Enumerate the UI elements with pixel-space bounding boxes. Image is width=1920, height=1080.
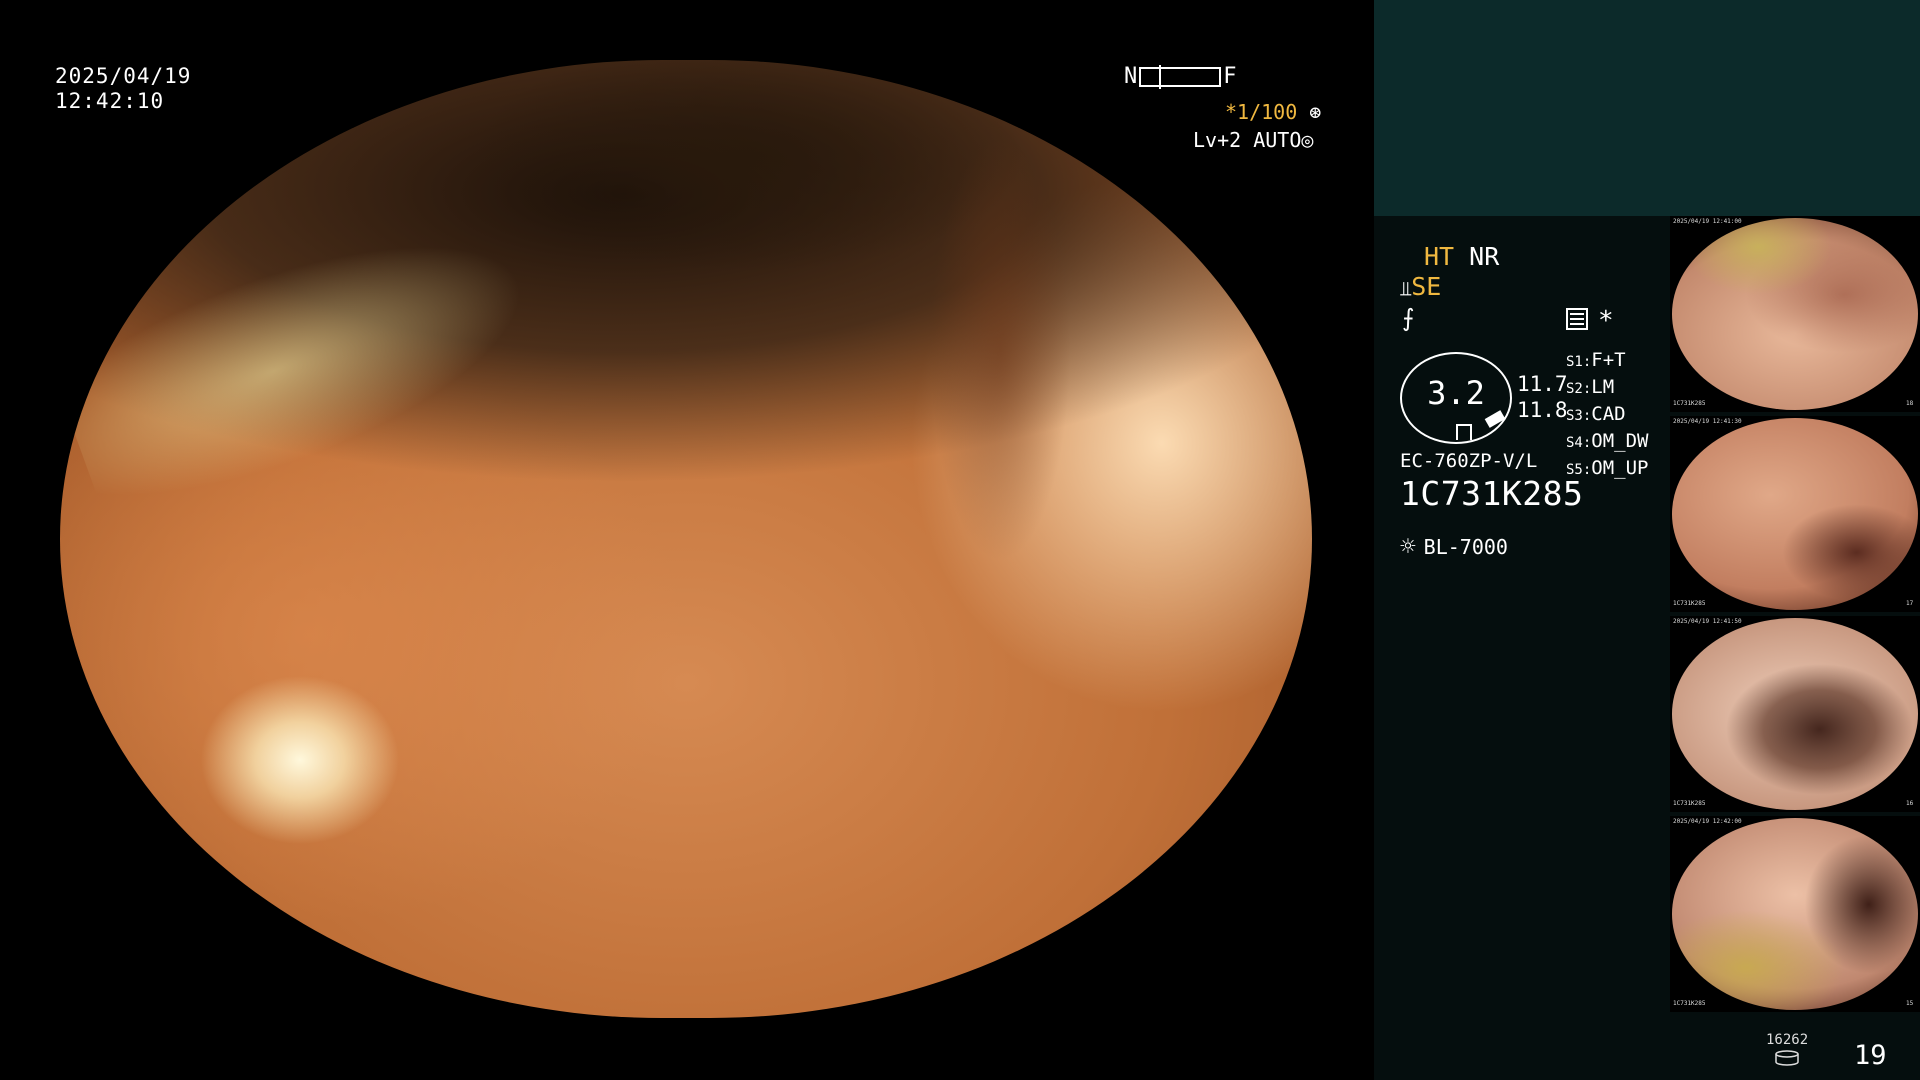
se-label: SE	[1411, 272, 1442, 301]
status-se: ⫫SE	[1400, 272, 1441, 301]
settings-panel-icon	[1566, 308, 1588, 330]
lightning-icon: ⨍	[1402, 304, 1415, 332]
capture-thumbnail[interactable]: 2025/04/19 12:41:50 1C731K285 16	[1670, 616, 1920, 812]
exposure-mode-label: AUTO	[1253, 128, 1302, 152]
aperture-icon: ⊛	[1309, 100, 1322, 124]
thumbnail-index: 17	[1906, 600, 1914, 607]
nr-label: NR	[1469, 242, 1500, 271]
exposure-display: Lv+2 AUTO◎	[1193, 128, 1313, 152]
star-label: *	[1598, 306, 1614, 336]
panel-header	[1374, 0, 1920, 216]
date-label: 2025/04/19	[55, 64, 192, 88]
switch-item: S3:CAD	[1566, 403, 1626, 425]
time-label: 12:42:10	[55, 89, 165, 113]
capture-thumbnail[interactable]: 2025/04/19 12:41:00 1C731K285 18	[1670, 216, 1920, 412]
residue-patch	[60, 178, 614, 572]
capture-thumbnail[interactable]: 2025/04/19 12:42:00 1C731K285 15	[1670, 816, 1920, 1012]
aperture-icon: ◎	[1301, 128, 1314, 152]
scope-model: EC-760ZP-V/L	[1400, 450, 1538, 472]
thumbnail-index: 18	[1906, 400, 1914, 407]
mucosal-fold	[920, 140, 1120, 560]
scope-serial: 1C731K285	[1400, 474, 1584, 513]
database-icon	[1775, 1050, 1799, 1066]
light-source: ☼ BL-7000	[1400, 532, 1508, 562]
thumbnail-image	[1672, 218, 1918, 410]
switch-item: S1:F+T	[1566, 349, 1626, 371]
ht-label: HT	[1424, 242, 1455, 271]
thumbnail-serial: 1C731K285	[1673, 400, 1706, 407]
thumbnail-timestamp: 2025/04/19 12:41:00	[1673, 218, 1742, 225]
thumbnail-timestamp: 2025/04/19 12:42:00	[1673, 818, 1742, 825]
thumbnail-index: 16	[1906, 800, 1914, 807]
light-source-label: BL-7000	[1423, 535, 1508, 559]
scope-right-value: 11.8	[1517, 398, 1568, 422]
capture-thumbnail[interactable]: 2025/04/19 12:41:30 1C731K285 17	[1670, 416, 1920, 612]
endoscope-view	[60, 60, 1312, 1018]
thumbnail-serial: 1C731K285	[1673, 800, 1706, 807]
scope-tip-icon: ⫫	[1400, 276, 1412, 300]
switch-item: S4:OM_DW	[1566, 430, 1649, 452]
shutter-label: *1/100	[1225, 100, 1298, 124]
scope-value: 3.2	[1427, 374, 1485, 412]
far-label: F	[1223, 64, 1237, 89]
near-label: N	[1124, 64, 1138, 89]
thumbnail-timestamp: 2025/04/19 12:41:30	[1673, 418, 1742, 425]
residue-spot	[190, 660, 410, 860]
thumbnail-index: 15	[1906, 1000, 1914, 1007]
switch-list: S1:F+T S2:LM S3:CAD S4:OM_DW S5:OM_UP	[1566, 348, 1649, 483]
status-ht-nr: HT NR	[1424, 242, 1499, 271]
thumbnail-serial: 1C731K285	[1673, 1000, 1706, 1007]
datetime-display: 2025/04/19 12:42:10	[55, 64, 191, 114]
thumbnail-timestamp: 2025/04/19 12:41:50	[1673, 618, 1742, 625]
image-count: 16262	[1766, 1032, 1809, 1048]
thumbnail-serial: 1C731K285	[1673, 600, 1706, 607]
lamp-icon: ☼	[1400, 532, 1416, 562]
shutter-display: *1/100 ⊛	[1225, 100, 1321, 124]
thumbnail-image	[1672, 418, 1918, 610]
switch-item: S2:LM	[1566, 376, 1615, 398]
near-far-indicator: N F	[1124, 64, 1237, 89]
scope-left-value: 11.7	[1517, 372, 1568, 396]
frame-number: 19	[1854, 1040, 1887, 1071]
thumbnail-image	[1672, 818, 1918, 1010]
thumbnail-image	[1672, 618, 1918, 810]
level-label: Lv+2	[1193, 128, 1242, 152]
near-far-bar	[1139, 64, 1222, 89]
gauge-notch	[1456, 424, 1472, 440]
